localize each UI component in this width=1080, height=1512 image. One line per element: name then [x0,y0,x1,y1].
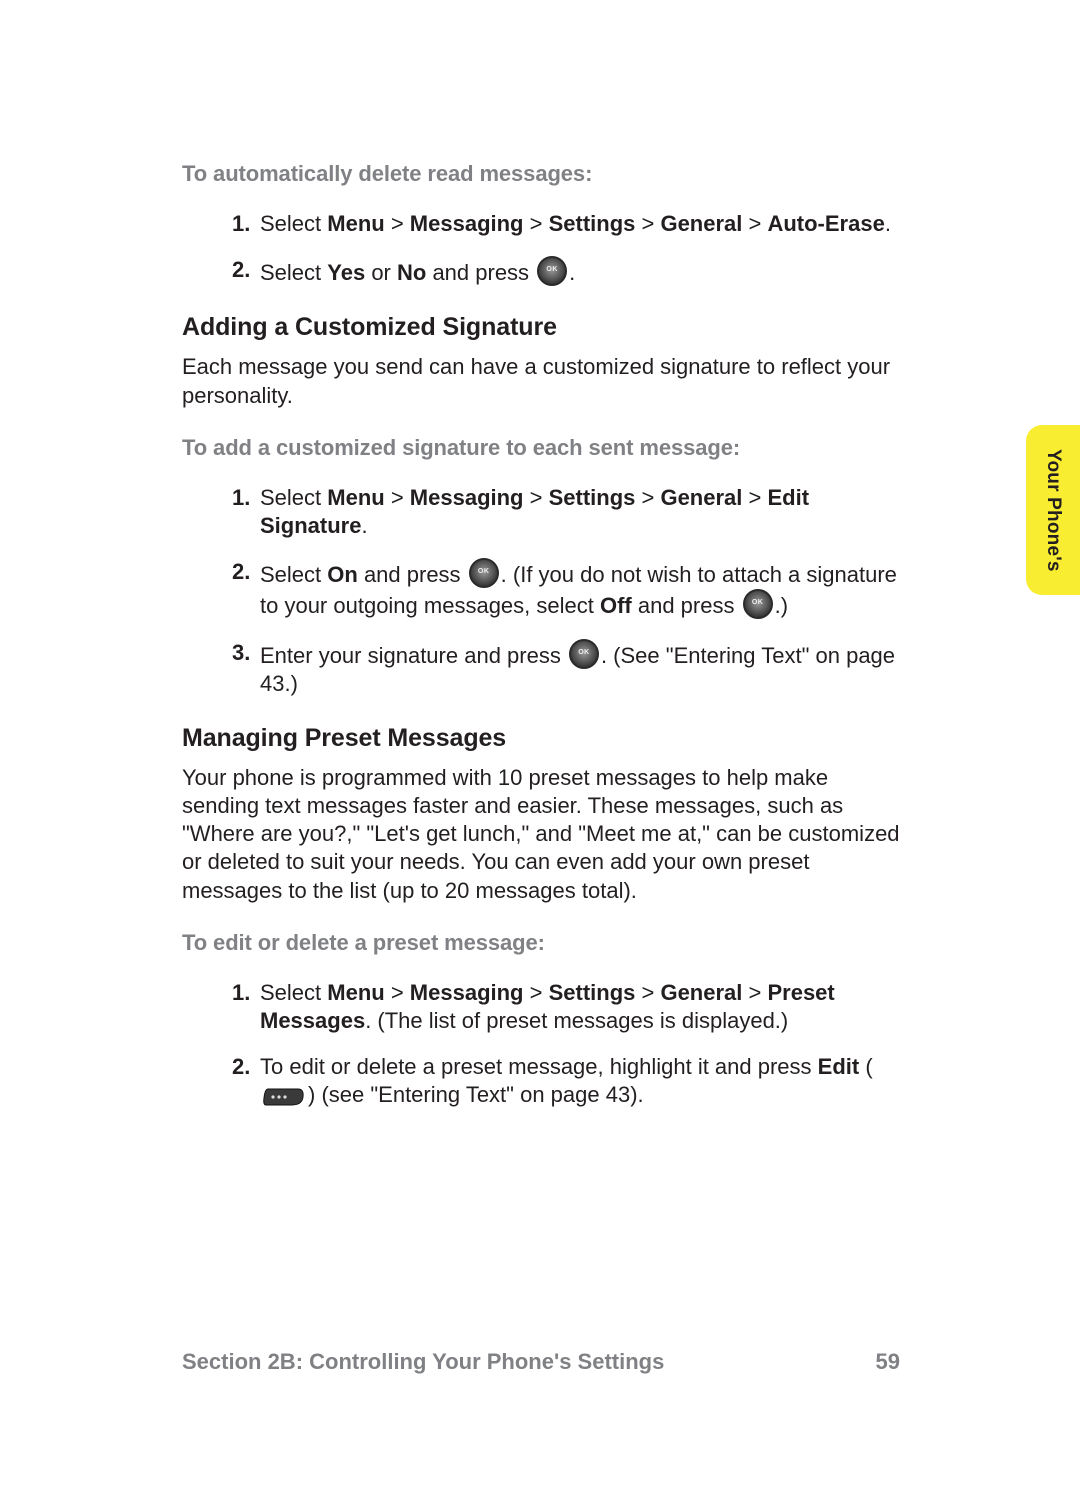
step-number: 2. [232,256,250,284]
step-text: Select Menu > Messaging > Settings > Gen… [260,485,809,538]
body-preset-messages: Your phone is programmed with 10 preset … [182,764,900,905]
side-tab-your-phones: Your Phone's [1026,425,1080,595]
steps-edit-preset: 1. Select Menu > Messaging > Settings > … [182,979,900,1110]
manual-page: To automatically delete read messages: 1… [0,0,1080,1512]
step-number: 3. [232,639,250,667]
step-text: Enter your signature and press . (See "E… [260,643,895,696]
step-text: To edit or delete a preset message, high… [260,1054,873,1107]
step-2: 2. Select On and press . (If you do not … [232,558,900,620]
step-1: 1. Select Menu > Messaging > Settings > … [232,210,900,238]
step-text: Select Yes or No and press . [260,260,575,285]
subhead-edit-preset: To edit or delete a preset message: [182,929,900,957]
subhead-auto-delete: To automatically delete read messages: [182,160,900,188]
body-customized-signature: Each message you send can have a customi… [182,353,900,409]
step-number: 2. [232,558,250,586]
step-2: 2. Select Yes or No and press . [232,256,900,287]
footer-section-title: Section 2B: Controlling Your Phone's Set… [182,1348,664,1376]
step-text: Select On and press . (If you do not wis… [260,562,897,618]
ok-button-icon [569,639,599,669]
heading-preset-messages: Managing Preset Messages [182,722,900,754]
step-2: 2. To edit or delete a preset message, h… [232,1053,900,1109]
step-number: 1. [232,484,250,512]
step-text: Select Menu > Messaging > Settings > Gen… [260,211,891,236]
step-3: 3. Enter your signature and press . (See… [232,639,900,698]
heading-customized-signature: Adding a Customized Signature [182,311,900,343]
step-text: Select Menu > Messaging > Settings > Gen… [260,980,835,1033]
footer-page-number: 59 [876,1348,900,1376]
page-footer: Section 2B: Controlling Your Phone's Set… [182,1348,900,1376]
steps-auto-delete: 1. Select Menu > Messaging > Settings > … [182,210,900,287]
step-1: 1. Select Menu > Messaging > Settings > … [232,484,900,540]
subhead-add-signature: To add a customized signature to each se… [182,434,900,462]
step-1: 1. Select Menu > Messaging > Settings > … [232,979,900,1035]
ok-button-icon [469,558,499,588]
ok-button-icon [743,589,773,619]
ok-button-icon [537,256,567,286]
step-number: 1. [232,210,250,238]
step-number: 1. [232,979,250,1007]
edit-softkey-icon [262,1086,306,1108]
side-tab-label: Your Phone's [1041,449,1065,572]
step-number: 2. [232,1053,250,1081]
steps-add-signature: 1. Select Menu > Messaging > Settings > … [182,484,900,698]
